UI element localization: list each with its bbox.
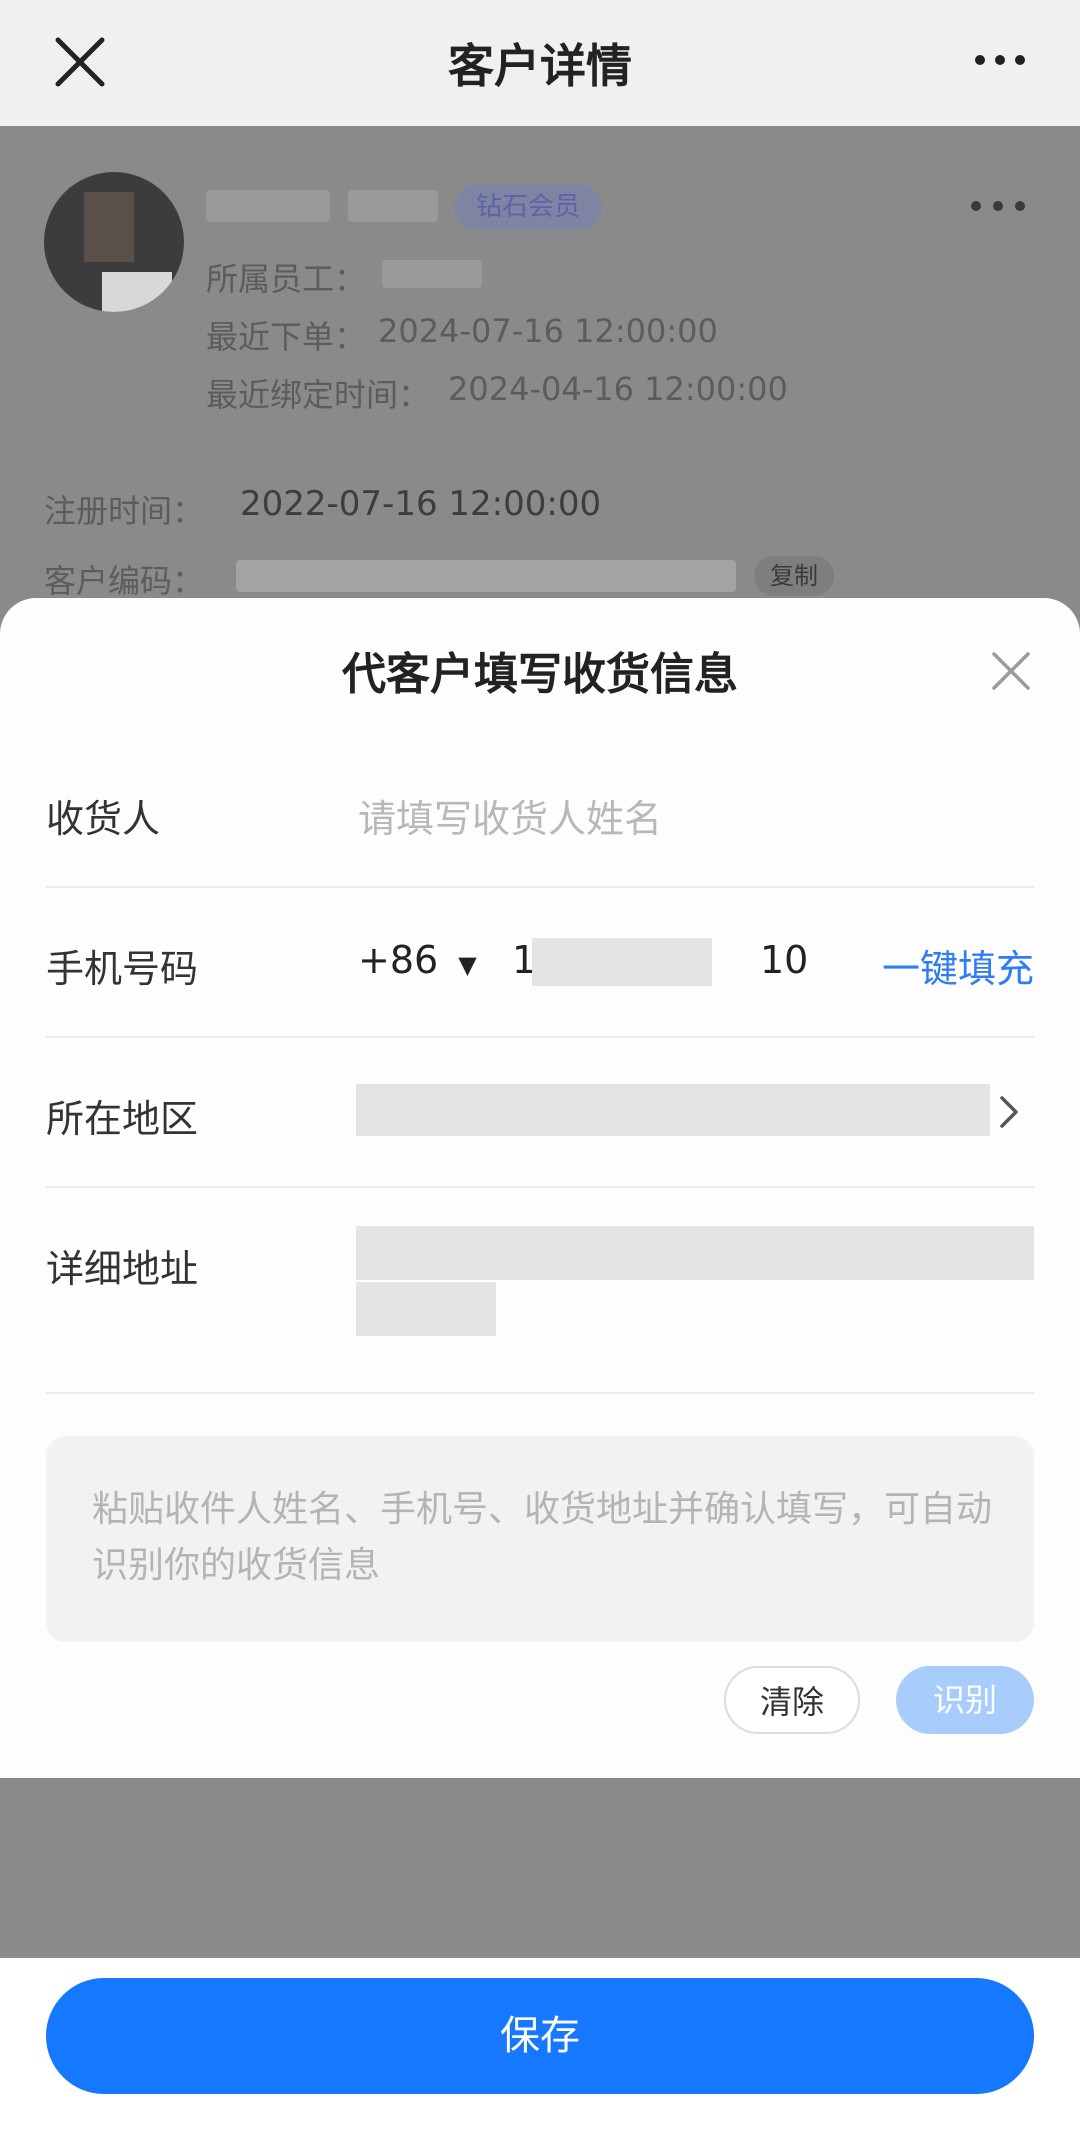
receiver-label: 收货人: [46, 797, 161, 841]
member-level-badge: 钻石会员: [454, 184, 602, 230]
more-icon[interactable]: [970, 40, 1030, 80]
page-title: 客户详情: [448, 39, 632, 93]
region-row[interactable]: 所在地区: [46, 1036, 1034, 1188]
last-order-time: 2024-07-16 12:00:00: [378, 312, 718, 350]
customer-more-icon[interactable]: [966, 186, 1030, 226]
bind-time-label: 最近绑定时间：: [206, 376, 431, 414]
bind-time: 2024-04-16 12:00:00: [448, 370, 788, 408]
staff-label: 所属员工：: [206, 260, 367, 298]
caret-down-icon: ▼: [458, 951, 477, 979]
sheet-close-icon[interactable]: [988, 648, 1034, 694]
copy-code-button[interactable]: 复制: [754, 556, 834, 596]
customer-code-label: 客户编码：: [44, 562, 205, 600]
sheet-title: 代客户填写收货信息: [342, 649, 738, 700]
customer-nickname-blurred: [348, 190, 438, 222]
paste-placeholder: 粘贴收件人姓名、手机号、收货地址并确认填写，可自动识别你的收货信息: [92, 1489, 993, 1586]
chevron-right-icon: [1000, 1096, 1018, 1128]
recognize-button[interactable]: 识别: [896, 1666, 1034, 1734]
last-order-label: 最近下单：: [206, 318, 367, 356]
register-time: 2022-07-16 12:00:00: [240, 484, 602, 524]
address-line1-blurred[interactable]: [356, 1226, 1034, 1280]
staff-name-blurred: [382, 260, 482, 288]
autofill-link[interactable]: 一键填充: [882, 938, 1034, 993]
phone-suffix: 10: [760, 938, 809, 982]
address-label: 详细地址: [46, 1247, 199, 1291]
phone-row: 手机号码 +86 ▼ 1 10 一键填充: [46, 886, 1034, 1038]
clear-button[interactable]: 清除: [724, 1666, 860, 1734]
phone-middle-blurred: [532, 938, 712, 986]
avatar: [44, 172, 184, 312]
customer-code-blurred: [236, 560, 736, 592]
phone-label: 手机号码: [46, 947, 199, 991]
save-button[interactable]: 保存: [46, 1978, 1034, 2094]
paste-address-textarea[interactable]: 粘贴收件人姓名、手机号、收货地址并确认填写，可自动识别你的收货信息: [46, 1436, 1034, 1642]
phone-input[interactable]: 1 10: [512, 938, 812, 988]
customer-name-blurred: [206, 190, 330, 222]
receiver-input[interactable]: 请填写收货人姓名: [358, 788, 662, 843]
country-code-select[interactable]: +86 ▼: [358, 938, 477, 982]
register-time-label: 注册时间：: [44, 492, 205, 530]
receiver-row[interactable]: 收货人 请填写收货人姓名: [46, 738, 1034, 888]
country-code-value: +86: [358, 938, 439, 982]
address-row: 详细地址: [46, 1186, 1034, 1394]
region-label: 所在地区: [46, 1097, 199, 1141]
top-nav: 客户详情: [0, 0, 1080, 126]
region-value-blurred: [356, 1084, 990, 1136]
address-line2-blurred[interactable]: [356, 1282, 496, 1336]
